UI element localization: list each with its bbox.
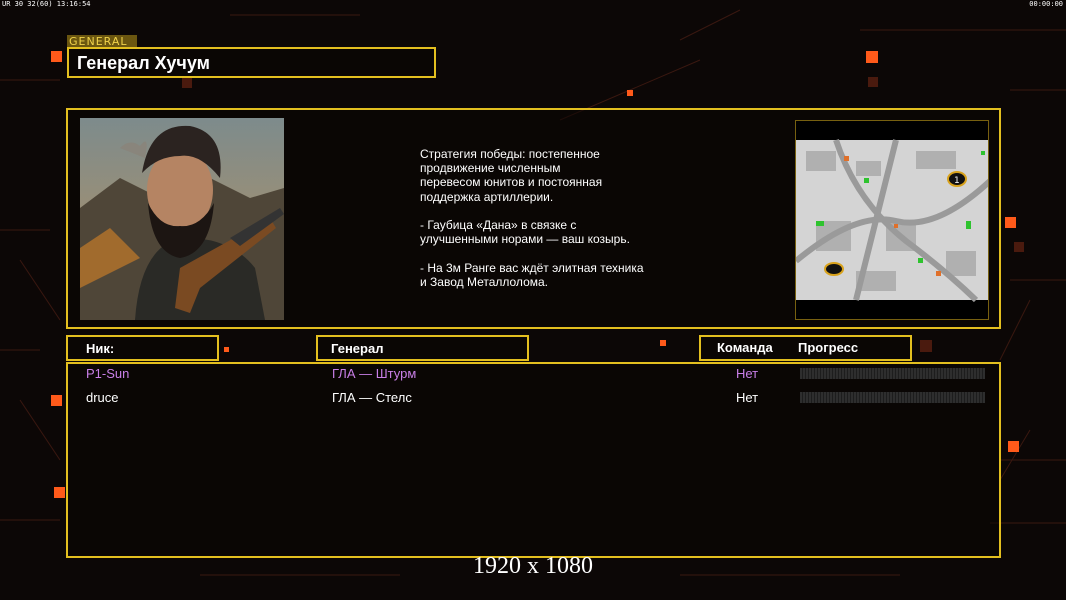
header-general: Генерал: [331, 341, 384, 356]
player-general: ГЛА — Стелс: [332, 390, 412, 405]
player-team: Нет: [736, 366, 759, 381]
header-nick: Ник:: [86, 341, 115, 356]
player-general: ГЛА — Штурм: [332, 366, 417, 381]
loading-progress-bar: [800, 392, 985, 403]
fps-counter: UR 30 32(60) 13:16:54: [2, 0, 91, 8]
player-nick: druce: [86, 390, 119, 405]
player-nick: P1-Sun: [86, 366, 130, 381]
header-team: Команда: [717, 340, 773, 355]
resolution-label: 1920 x 1080: [473, 553, 593, 579]
minimap[interactable]: 1: [795, 120, 989, 320]
general-name: Генерал Хучум: [77, 53, 210, 73]
start-position-marker: 1: [954, 176, 960, 186]
loading-progress-bar: [800, 368, 985, 379]
game-timer: 00:00:00: [1029, 0, 1063, 8]
header-progress: Прогресс: [798, 340, 859, 355]
player-row: druce ГЛА — Стелс Нет: [0, 390, 1066, 410]
player-team: Нет: [736, 390, 759, 405]
strategy-description: Стратегия победы: постепенное продвижени…: [420, 147, 644, 289]
general-portrait: [80, 118, 284, 320]
player-row: P1-Sun ГЛА — Штурм Нет: [0, 366, 1066, 386]
